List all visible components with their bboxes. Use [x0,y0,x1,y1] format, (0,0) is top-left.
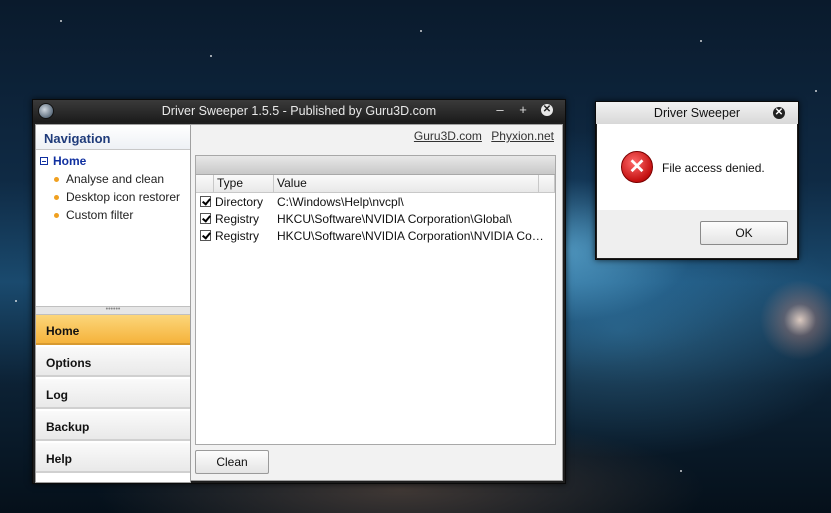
bullet-icon [54,194,59,200]
tree-item-label: Analyse and clean [66,172,165,186]
row-type: Registry [215,211,260,226]
tree-item-label: Desktop icon restorer [66,190,181,204]
column-filler [539,175,555,192]
nav-button-home[interactable]: Home [36,315,190,345]
ok-button[interactable]: OK [700,221,788,245]
dialog-footer: OK [597,210,797,258]
row-checkbox[interactable] [199,196,211,207]
minimize-button[interactable]: – [492,102,508,118]
nav-button-backup[interactable]: Backup [36,411,190,441]
column-type-header[interactable]: Type [214,175,274,192]
row-value: HKCU\Software\NVIDIA Corporation\NVIDIA … [277,228,547,243]
nav-button-options[interactable]: Options [36,347,190,377]
star-decoration [680,470,682,472]
dialog-body: ✕ File access denied. [597,124,797,210]
star-decoration [700,40,702,42]
collapse-icon[interactable] [40,157,48,165]
tree-item-custom-filter[interactable]: Custom filter [54,208,180,222]
table-row[interactable]: Registry HKCU\Software\NVIDIA Corporatio… [196,210,555,227]
row-value: HKCU\Software\NVIDIA Corporation\Global\ [277,211,512,226]
dialog-title-bar[interactable]: Driver Sweeper ✕ [596,102,798,124]
tree-item-analyse-and-clean[interactable]: Analyse and clean [54,172,180,186]
guru3d-link[interactable]: Guru3D.com [414,129,482,143]
phyxion-link[interactable]: Phyxion.net [491,129,554,143]
list-toolbar [196,156,555,175]
row-type: Registry [215,228,260,243]
dialog-title: Driver Sweeper [653,106,741,120]
star-decoration [60,20,62,22]
table-row[interactable]: Directory C:\Windows\Help\nvcpl\ [196,193,555,210]
tree-item-desktop-icon-restorer[interactable]: Desktop icon restorer [54,190,180,204]
navigation-buttons: Home Options Log Backup Help [36,315,190,473]
nav-button-log[interactable]: Log [36,379,190,409]
navigation-header: Navigation [36,125,190,150]
navigation-panel: Navigation Home Analyse and clean Deskto… [35,124,191,483]
content-panel: Guru3D.com Phyxion.net Type Value Direct… [190,124,563,481]
bullet-icon [54,212,59,218]
row-checkbox[interactable] [199,213,211,224]
close-button[interactable]: ✕ [541,104,553,116]
main-window: Driver Sweeper 1.5.5 - Published by Guru… [32,99,566,484]
row-value: C:\Windows\Help\nvcpl\ [277,194,404,209]
error-dialog: Driver Sweeper ✕ ✕ File access denied. O… [595,101,799,260]
navigation-tree: Home Analyse and clean Desktop icon rest… [40,154,180,222]
star-decoration [15,300,17,302]
results-list[interactable]: Type Value Directory C:\Windows\Help\nvc… [195,155,556,445]
star-decoration [210,55,212,57]
column-check-header[interactable] [196,175,214,192]
error-icon: ✕ [621,151,653,183]
maximize-button[interactable]: + [515,102,531,118]
header-links: Guru3D.com Phyxion.net [408,129,554,143]
row-checkbox[interactable] [199,230,211,241]
tree-root-home[interactable]: Home [40,154,180,168]
star-decoration [420,30,422,32]
dialog-message: File access denied. [662,161,765,175]
tree-item-label: Custom filter [66,208,134,222]
star-decoration [815,90,817,92]
title-bar[interactable]: Driver Sweeper 1.5.5 - Published by Guru… [33,100,565,122]
window-title: Driver Sweeper 1.5.5 - Published by Guru… [161,104,437,118]
splitter-grip[interactable]: •••••• [36,306,190,315]
clean-button[interactable]: Clean [195,450,269,474]
nav-button-help[interactable]: Help [36,443,190,473]
tree-root-label: Home [53,154,87,168]
dialog-close-button[interactable]: ✕ [773,107,785,119]
column-header: Type Value [196,175,555,193]
bullet-icon [54,176,59,182]
row-type: Directory [215,194,264,209]
column-value-header[interactable]: Value [274,175,539,192]
table-row[interactable]: Registry HKCU\Software\NVIDIA Corporatio… [196,227,555,244]
